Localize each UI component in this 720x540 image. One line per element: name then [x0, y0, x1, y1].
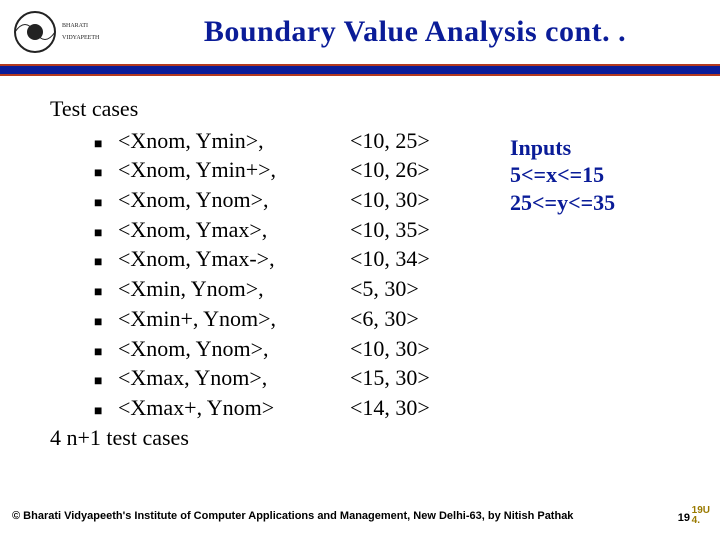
inputs-title: Inputs [510, 134, 615, 162]
tc-value: <10, 35> [350, 215, 470, 245]
tc-label: <Xnom, Ymin+>, [118, 155, 276, 185]
tc-value: <10, 25> [350, 126, 470, 156]
tc-label: <Xmin, Ynom>, [118, 274, 264, 304]
list-item: ■<Xnom, Ynom>, [50, 185, 350, 215]
list-item: ■<Xnom, Ymax->, [50, 244, 350, 274]
page-number-extra: 19U 4. [692, 506, 710, 526]
list-item: ■<Xnom, Ymin+>, [50, 155, 350, 185]
content-columns: ■<Xnom, Ymin>, ■<Xnom, Ymin+>, ■<Xnom, Y… [50, 126, 670, 423]
tc-label: <Xnom, Ymax>, [118, 215, 267, 245]
list-item: ■<Xmax, Ynom>, [50, 363, 350, 393]
tc-label: <Xnom, Ynom>, [118, 334, 269, 364]
inputs-range-y: 25<=y<=35 [510, 189, 615, 217]
list-item: ■<Xnom, Ynom>, [50, 334, 350, 364]
page-number: 19 [678, 512, 690, 524]
tc-label: <Xnom, Ymax->, [118, 244, 275, 274]
tc-label: <Xmin+, Ynom>, [118, 304, 276, 334]
list-item: ■<Xnom, Ymax>, [50, 215, 350, 245]
tc-label: <Xnom, Ymin>, [118, 126, 264, 156]
page-extra-bottom: 4. [692, 515, 700, 526]
tc-value: <10, 30> [350, 185, 470, 215]
slide-title: Boundary Value Analysis cont. . [204, 15, 626, 49]
tc-value: <10, 26> [350, 155, 470, 185]
content-footer-line: 4 n+1 test cases [50, 423, 670, 453]
tc-value: <10, 30> [350, 334, 470, 364]
tc-value: <15, 30> [350, 363, 470, 393]
test-case-labels: ■<Xnom, Ymin>, ■<Xnom, Ymin+>, ■<Xnom, Y… [50, 126, 350, 423]
svg-text:VIDYAPEETH: VIDYAPEETH [62, 35, 100, 41]
slide-content: Test cases ■<Xnom, Ymin>, ■<Xnom, Ymin+>… [0, 76, 720, 452]
title-bar: Boundary Value Analysis cont. . [110, 0, 720, 64]
test-case-values: <10, 25> <10, 26> <10, 30> <10, 35> <10,… [350, 126, 470, 423]
tc-label: <Xmax, Ynom>, [118, 363, 267, 393]
tc-value: <5, 30> [350, 274, 470, 304]
list-item: ■<Xmin+, Ynom>, [50, 304, 350, 334]
inputs-range-x: 5<=x<=15 [510, 161, 615, 189]
tc-label: <Xmax+, Ynom> [118, 393, 274, 423]
list-item: ■<Xmax+, Ynom> [50, 393, 350, 423]
header-divider [0, 64, 720, 76]
inputs-box: Inputs 5<=x<=15 25<=y<=35 [510, 134, 615, 217]
tc-value: <6, 30> [350, 304, 470, 334]
list-item: ■<Xmin, Ynom>, [50, 274, 350, 304]
tc-value: <14, 30> [350, 393, 470, 423]
list-item: ■<Xnom, Ymin>, [50, 126, 350, 156]
slide-header: BHARATI VIDYAPEETH Boundary Value Analys… [0, 0, 720, 64]
tc-value: <10, 34> [350, 244, 470, 274]
institution-logo: BHARATI VIDYAPEETH [0, 0, 110, 64]
slide-footer: © Bharati Vidyapeeth's Institute of Comp… [12, 510, 573, 522]
content-heading: Test cases [50, 94, 670, 124]
tc-label: <Xnom, Ynom>, [118, 185, 269, 215]
svg-text:BHARATI: BHARATI [62, 23, 88, 29]
